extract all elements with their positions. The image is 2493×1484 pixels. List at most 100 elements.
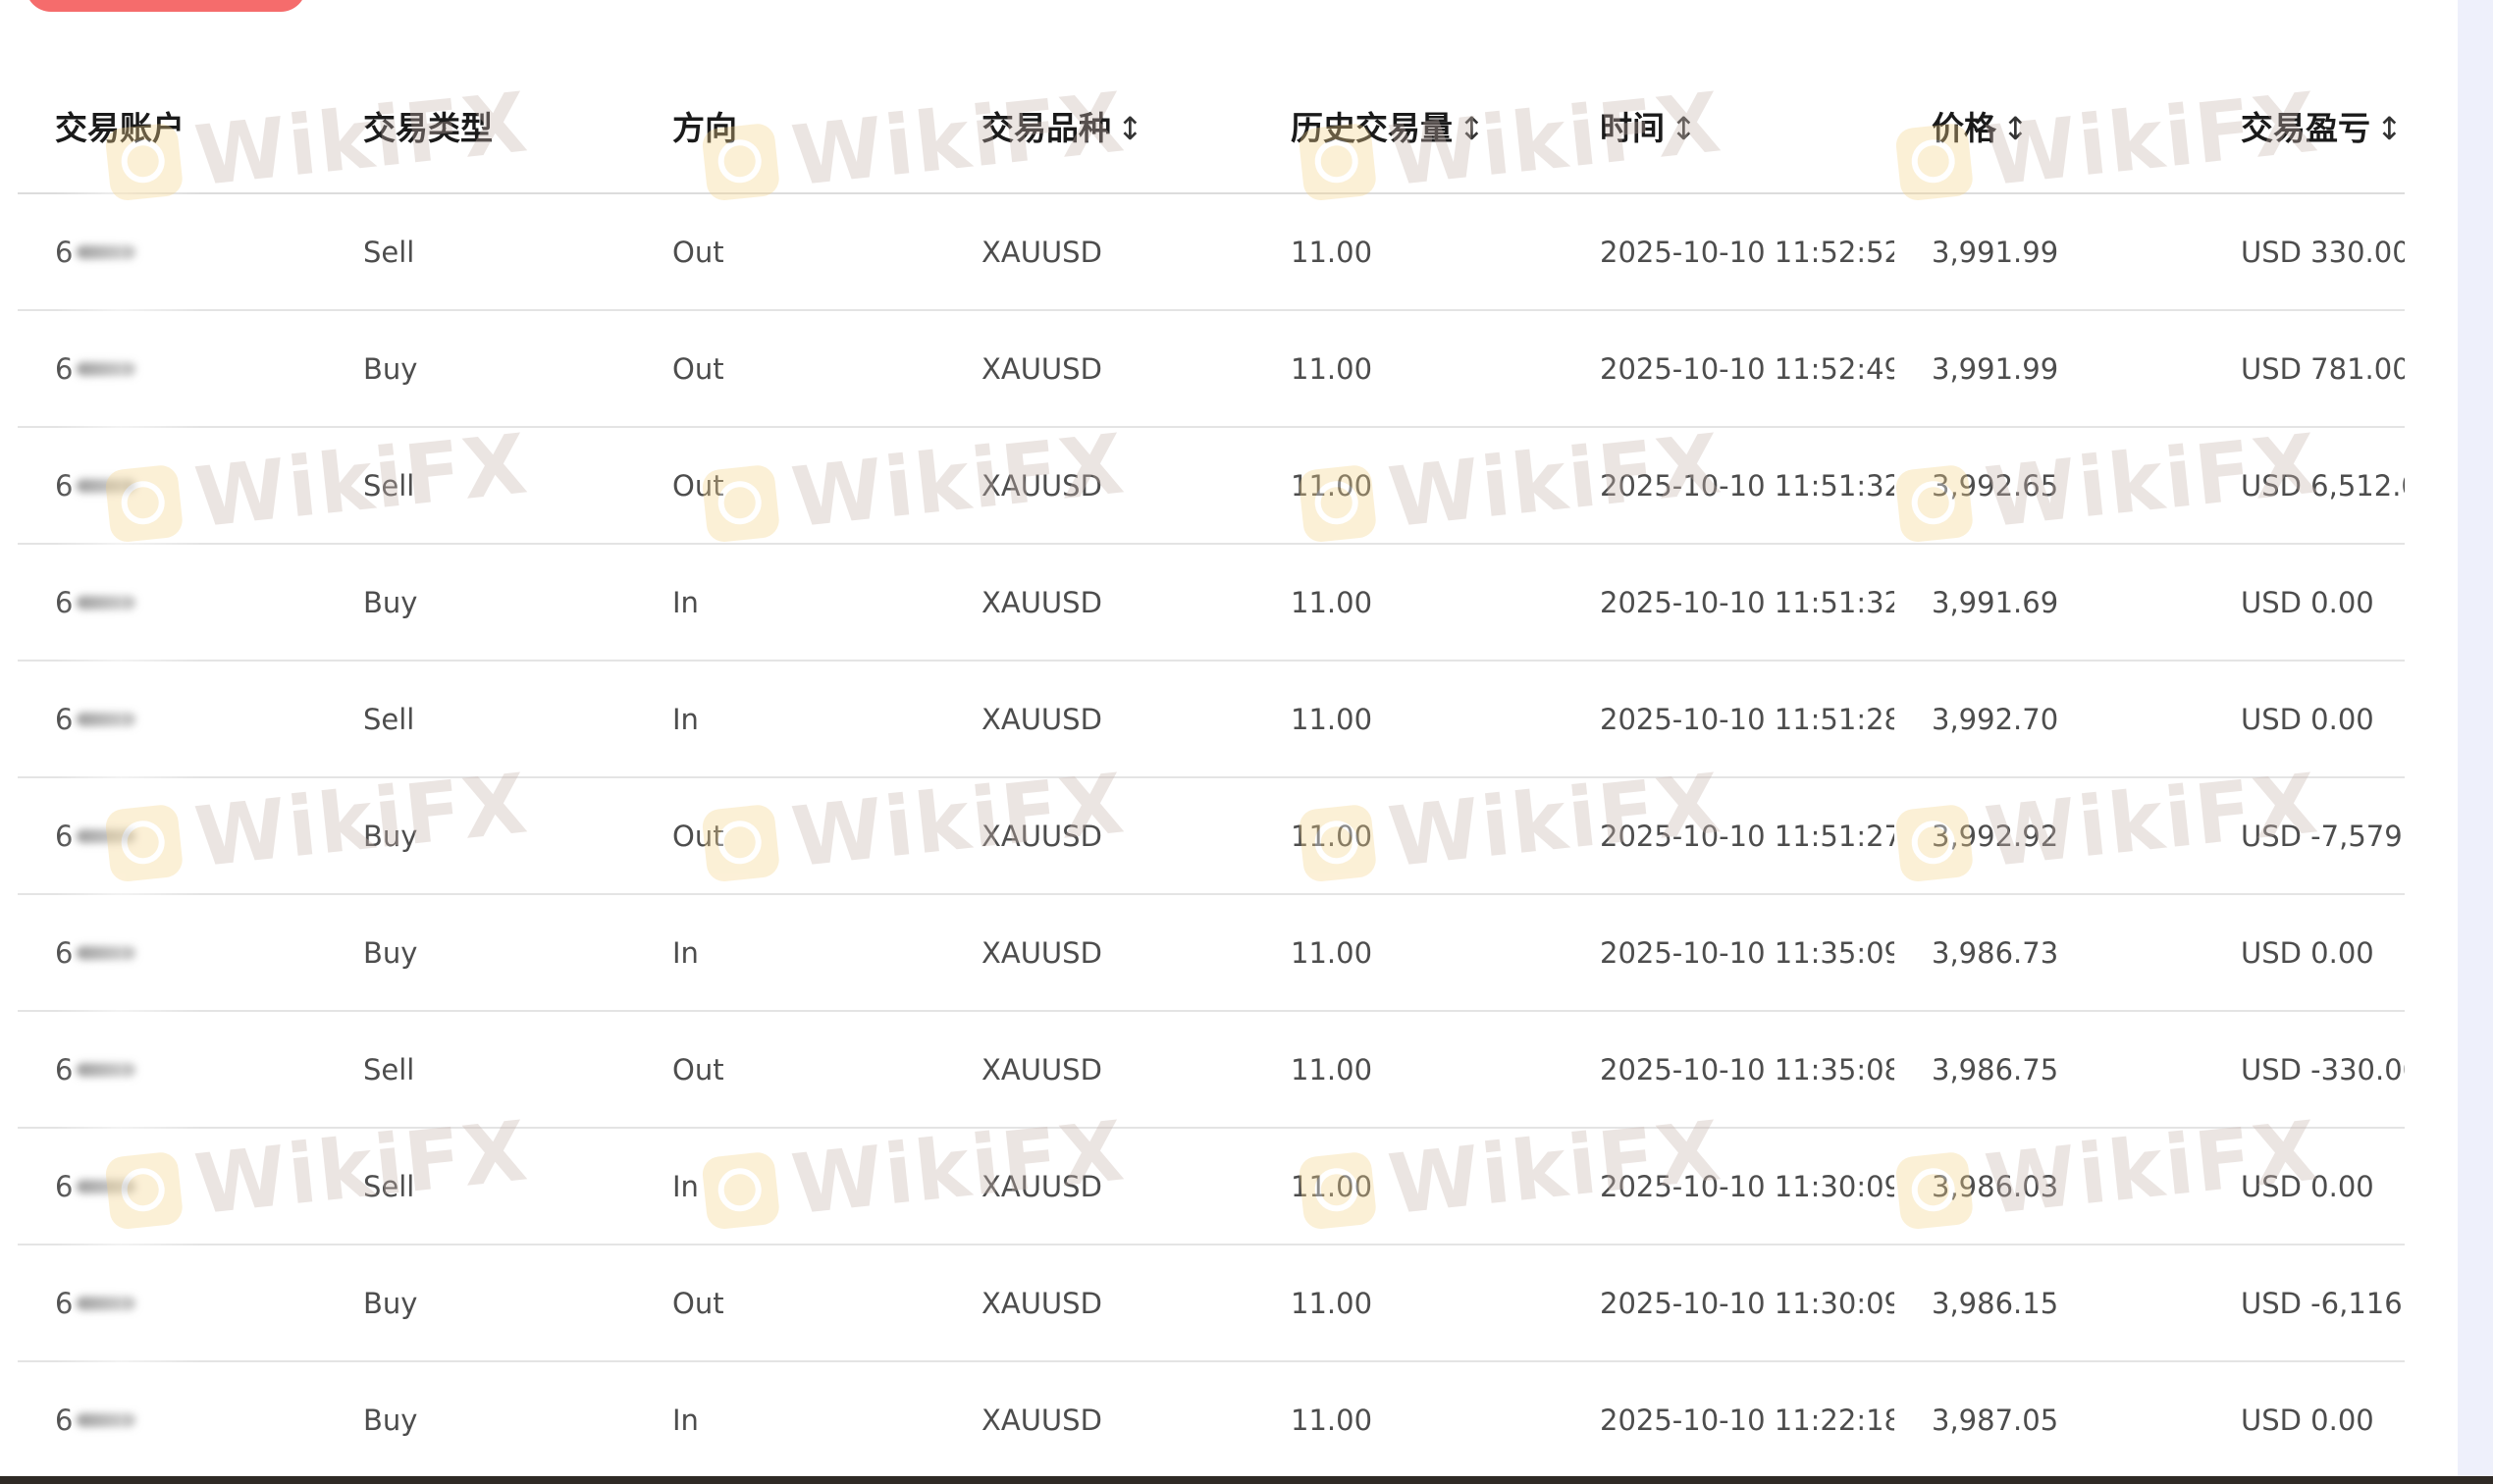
table-row: 6 Buy Out XAUUSD 11.00 2025-10-10 11:51:27 3,9…	[18, 777, 2405, 895]
column-header-4[interactable]: 历史交易量 ↕	[1253, 59, 1563, 194]
page-side-strip	[2458, 0, 2493, 1484]
time-cell: 2025-10-10 11:30:09	[1563, 1128, 1894, 1246]
pnl-cell: USD 0.00	[2203, 661, 2405, 778]
price-cell: 3,986.75	[1894, 1011, 2203, 1129]
sort-arrows-icon[interactable]: ↕	[2002, 110, 2029, 147]
price-cell: 3,986.03	[1894, 1128, 2203, 1246]
account-visible-digit: 6	[55, 819, 74, 853]
column-header-label: 交易品种	[981, 109, 1111, 147]
trade-type-cell: Sell	[326, 1011, 635, 1129]
direction-cell: Out	[635, 777, 944, 895]
bottom-border	[0, 1476, 2493, 1484]
volume-cell: 11.00	[1253, 1011, 1563, 1129]
volume-cell: 11.00	[1253, 894, 1563, 1012]
table-row: 6 Sell In XAUUSD 11.00 2025-10-10 11:51:28 3,9…	[18, 661, 2405, 778]
column-header-7[interactable]: 交易盈亏 ↕	[2203, 59, 2405, 194]
sort-arrows-icon[interactable]: ↕	[1671, 110, 1697, 147]
time-cell: 2025-10-10 11:51:32	[1563, 427, 1894, 545]
pnl-cell: USD -330.00	[2203, 1011, 2405, 1129]
pnl-cell: USD -7,579.00	[2203, 777, 2405, 895]
volume-cell: 11.00	[1253, 310, 1563, 428]
trade-type-cell: Sell	[326, 193, 635, 311]
trade-type-cell: Buy	[326, 1361, 635, 1453]
account-redacted-digits	[77, 828, 136, 843]
account-redacted-digits	[77, 478, 136, 493]
column-header-6[interactable]: 价格 ↕	[1894, 59, 2203, 194]
column-header-label: 价格	[1932, 109, 1996, 147]
pnl-cell: USD 0.00	[2203, 1361, 2405, 1453]
trade-type-cell: Buy	[326, 544, 635, 662]
trade-type-cell: Sell	[326, 1128, 635, 1246]
account-cell: 6	[18, 1361, 326, 1453]
trade-type-cell: Buy	[326, 777, 635, 895]
account-number: 6	[55, 469, 136, 503]
symbol-cell: XAUUSD	[944, 661, 1253, 778]
direction-cell: Out	[635, 193, 944, 311]
pnl-cell: USD 0.00	[2203, 544, 2405, 662]
pnl-cell: USD 0.00	[2203, 1128, 2405, 1246]
volume-cell: 11.00	[1253, 661, 1563, 778]
sort-arrows-icon[interactable]: ↕	[1117, 110, 1143, 147]
direction-cell: Out	[635, 1011, 944, 1129]
table-row: 6 Buy Out XAUUSD 11.00 2025-10-10 11:30:09 3,9…	[18, 1245, 2405, 1362]
column-header-label: 交易盈亏	[2241, 109, 2370, 147]
direction-cell: Out	[635, 427, 944, 545]
price-cell: 3,991.69	[1894, 544, 2203, 662]
symbol-cell: XAUUSD	[944, 310, 1253, 428]
account-number: 6	[55, 819, 136, 853]
symbol-cell: XAUUSD	[944, 777, 1253, 895]
account-redacted-digits	[77, 1179, 136, 1193]
account-visible-digit: 6	[55, 351, 74, 386]
table-row: 6 Buy In XAUUSD 11.00 2025-10-10 11:35:09 3,98…	[18, 894, 2405, 1012]
account-number: 6	[55, 235, 136, 269]
account-cell: 6	[18, 1245, 326, 1362]
account-redacted-digits	[77, 1296, 136, 1310]
trade-type-cell: Sell	[326, 661, 635, 778]
account-cell: 6	[18, 894, 326, 1012]
column-header-2: 方向	[635, 59, 944, 194]
price-cell: 3,991.99	[1894, 193, 2203, 311]
column-header-label: 交易账户	[55, 109, 185, 147]
price-cell: 3,992.70	[1894, 661, 2203, 778]
table-header-row: 交易账户 交易类型 方向 交易品种 ↕ 历史交易量 ↕ 时间 ↕ 价格 ↕ 交易盈亏 ↕	[18, 59, 2405, 194]
account-visible-digit: 6	[55, 702, 74, 736]
price-cell: 3,992.92	[1894, 777, 2203, 895]
time-cell: 2025-10-10 11:52:52	[1563, 193, 1894, 311]
symbol-cell: XAUUSD	[944, 1361, 1253, 1453]
account-number: 6	[55, 1404, 136, 1437]
account-cell: 6	[18, 661, 326, 778]
top-action-button[interactable]	[26, 0, 306, 12]
symbol-cell: XAUUSD	[944, 1245, 1253, 1362]
time-cell: 2025-10-10 11:35:08	[1563, 1011, 1894, 1129]
direction-cell: In	[635, 1361, 944, 1453]
account-visible-digit: 6	[55, 935, 74, 970]
sort-arrows-icon[interactable]: ↕	[2376, 110, 2403, 147]
account-redacted-digits	[77, 361, 136, 376]
trade-type-cell: Sell	[326, 427, 635, 545]
trade-history-table: 交易账户 交易类型 方向 交易品种 ↕ 历史交易量 ↕ 时间 ↕ 价格 ↕ 交易盈亏 ↕ 6 Sell Ou…	[18, 59, 2405, 1453]
table-row: 6 Sell Out XAUUSD 11.00 2025-10-10 11:51:32 3,…	[18, 427, 2405, 545]
price-cell: 3,987.05	[1894, 1361, 2203, 1453]
column-header-5[interactable]: 时间 ↕	[1563, 59, 1894, 194]
column-header-0: 交易账户	[18, 59, 326, 194]
pnl-cell: USD 330.00	[2203, 193, 2405, 311]
volume-cell: 11.00	[1253, 544, 1563, 662]
sort-arrows-icon[interactable]: ↕	[1459, 110, 1485, 147]
account-visible-digit: 6	[55, 235, 74, 269]
table-row: 6 Buy Out XAUUSD 11.00 2025-10-10 11:52:49 3,9…	[18, 310, 2405, 428]
trade-history-table-container: 交易账户 交易类型 方向 交易品种 ↕ 历史交易量 ↕ 时间 ↕ 价格 ↕ 交易盈亏 ↕ 6 Sell Ou…	[18, 59, 2405, 1453]
account-visible-digit: 6	[55, 1286, 74, 1320]
time-cell: 2025-10-10 11:35:09	[1563, 894, 1894, 1012]
volume-cell: 11.00	[1253, 1361, 1563, 1453]
column-header-3[interactable]: 交易品种 ↕	[944, 59, 1253, 194]
direction-cell: Out	[635, 310, 944, 428]
account-redacted-digits	[77, 1412, 136, 1427]
volume-cell: 11.00	[1253, 1245, 1563, 1362]
volume-cell: 11.00	[1253, 1128, 1563, 1246]
price-cell: 3,991.99	[1894, 310, 2203, 428]
volume-cell: 11.00	[1253, 193, 1563, 311]
pnl-cell: USD 781.00	[2203, 310, 2405, 428]
account-cell: 6	[18, 193, 326, 311]
account-number: 6	[55, 1286, 136, 1320]
symbol-cell: XAUUSD	[944, 544, 1253, 662]
